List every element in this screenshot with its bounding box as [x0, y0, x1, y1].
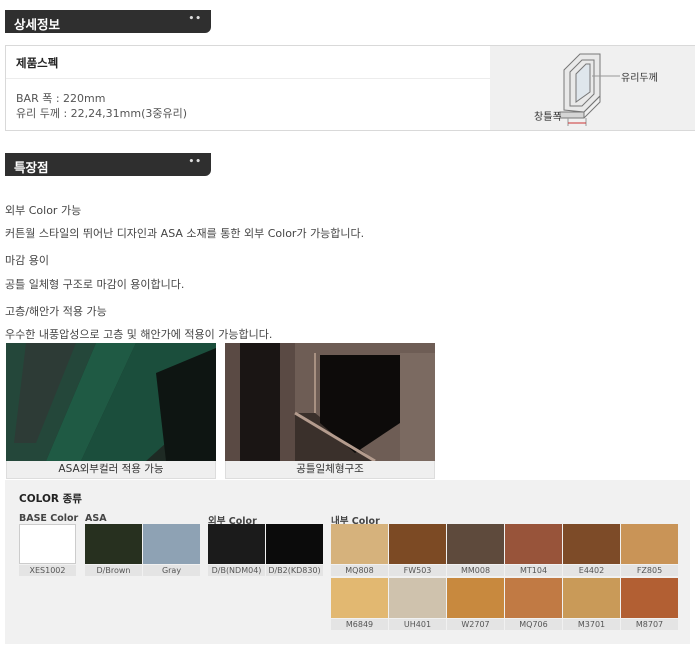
color-types-panel: COLOR 종류 BASE Color ASA 외부 Color 내부 Colo…: [5, 480, 690, 644]
feature-desc-finish: 공틀 일체형 구조로 마감이 용이합니다.: [5, 278, 185, 291]
swatch-w2707: [447, 578, 504, 618]
swatch-label: D/Brown: [85, 565, 142, 576]
feature-heading-finish: 마감 용이: [5, 254, 49, 267]
swatch-label: FZ805: [621, 565, 678, 576]
swatch-mt104: [505, 524, 562, 564]
photo-asa-color: [6, 343, 216, 461]
swatch-label: MM008: [447, 565, 504, 576]
swatch-d-brown: [85, 524, 142, 564]
spec-box: 제품스펙 BAR 폭 : 220mm 유리 두께 : 22,24,31mm(3중…: [5, 45, 695, 131]
swatch-label: E4402: [563, 565, 620, 576]
swatch-uh401: [389, 578, 446, 618]
swatch-label: W2707: [447, 619, 504, 630]
swatch-fw503: [389, 524, 446, 564]
spec-bar-width: BAR 폭 : 220mm: [16, 92, 106, 105]
section-header-detail: 상세정보: [5, 10, 211, 33]
swatch-e4402: [563, 524, 620, 564]
feature-desc-highrise: 우수한 내풍압성으로 고층 및 해안가에 적용이 가능합니다.: [5, 328, 273, 341]
diagram-label-glass: 유리두께: [621, 73, 658, 84]
swatch-label: M8707: [621, 619, 678, 630]
photo-integrated-frame: [225, 343, 435, 463]
swatch-kd830: [266, 524, 323, 564]
photo-caption-asa: ASA외부컬러 적용 가능: [6, 461, 216, 479]
swatch-ndm04: [208, 524, 265, 564]
swatch-m3701: [563, 578, 620, 618]
swatch-label: MQ706: [505, 619, 562, 630]
feature-heading-highrise: 고층/해안가 적용 가능: [5, 305, 107, 318]
feature-heading-color: 외부 Color 가능: [5, 204, 82, 217]
group-label-base: BASE Color: [19, 513, 79, 524]
window-profile-diagram: 유리두께 창틀폭: [490, 46, 695, 130]
swatch-label: UH401: [389, 619, 446, 630]
swatch-label: FW503: [389, 565, 446, 576]
spec-lines: BAR 폭 : 220mm 유리 두께 : 22,24,31mm(3중유리): [16, 91, 187, 121]
swatch-label: MQ808: [331, 565, 388, 576]
spec-title: 제품스펙: [6, 46, 490, 79]
swatch-label: M6849: [331, 619, 388, 630]
swatch-mq808: [331, 524, 388, 564]
swatch-m6849: [331, 578, 388, 618]
swatch-label: D/B2(KD830): [266, 565, 323, 576]
swatch-fz805: [621, 524, 678, 564]
swatch-label: MT104: [505, 565, 562, 576]
diagram-label-frame: 창틀폭: [534, 112, 562, 123]
swatch-label: Gray: [143, 565, 200, 576]
photo-caption-frame: 공틀일체형구조: [225, 461, 435, 479]
swatch-mm008: [447, 524, 504, 564]
swatch-mq706: [505, 578, 562, 618]
swatch-xes1002: [19, 524, 76, 564]
spec-glass-thickness: 유리 두께 : 22,24,31mm(3중유리): [16, 107, 188, 120]
group-label-asa: ASA: [85, 513, 107, 524]
section-header-features: 특장점: [5, 153, 211, 176]
swatch-label: XES1002: [19, 565, 76, 576]
swatch-label: D/B(NDM04): [208, 565, 265, 576]
swatch-label: M3701: [563, 619, 620, 630]
feature-desc-color: 커튼월 스타일의 뛰어난 디자인과 ASA 소재를 통한 외부 Color가 가…: [5, 227, 365, 240]
color-types-title: COLOR 종류: [19, 493, 82, 505]
swatch-gray: [143, 524, 200, 564]
swatch-m8707: [621, 578, 678, 618]
window-frame-icon: [559, 53, 620, 126]
